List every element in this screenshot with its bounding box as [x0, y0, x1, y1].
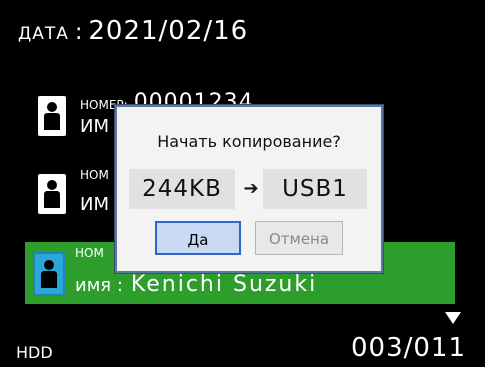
person-icon	[33, 252, 65, 296]
person-icon	[38, 174, 66, 214]
number-label: НОМ	[80, 168, 109, 182]
recorder-screen: ДАТА : 2021/02/16 НОМЕР: 00001234 ИМ НОМ…	[0, 0, 485, 367]
copy-destination: USB1	[263, 169, 367, 209]
name-label: ИМ	[80, 116, 109, 137]
number-label: НОМ	[75, 246, 104, 260]
storage-label: HDD	[16, 343, 53, 362]
date-label: ДАТА	[18, 24, 69, 44]
name-value: Kenichi Suzuki	[130, 272, 318, 297]
name-label: имя :	[75, 275, 123, 296]
copy-confirm-dialog: Начать копирование? 244KB ➔ USB1 Да Отме…	[115, 105, 383, 273]
arrow-right-icon: ➔	[243, 178, 259, 199]
date-header: ДАТА : 2021/02/16	[18, 16, 248, 56]
yes-button[interactable]: Да	[155, 221, 241, 255]
copy-summary: 244KB ➔ USB1	[129, 169, 367, 209]
page-counter: 003/011	[351, 333, 467, 363]
name-label: ИМ	[80, 194, 109, 215]
cancel-button[interactable]: Отмена	[255, 221, 343, 255]
scroll-down-arrow-icon[interactable]	[445, 312, 461, 324]
date-value: 2021/02/16	[88, 16, 249, 46]
copy-size: 244KB	[129, 169, 235, 209]
date-separator: :	[74, 20, 83, 45]
person-icon	[38, 96, 66, 136]
dialog-question: Начать копирование?	[157, 132, 341, 151]
